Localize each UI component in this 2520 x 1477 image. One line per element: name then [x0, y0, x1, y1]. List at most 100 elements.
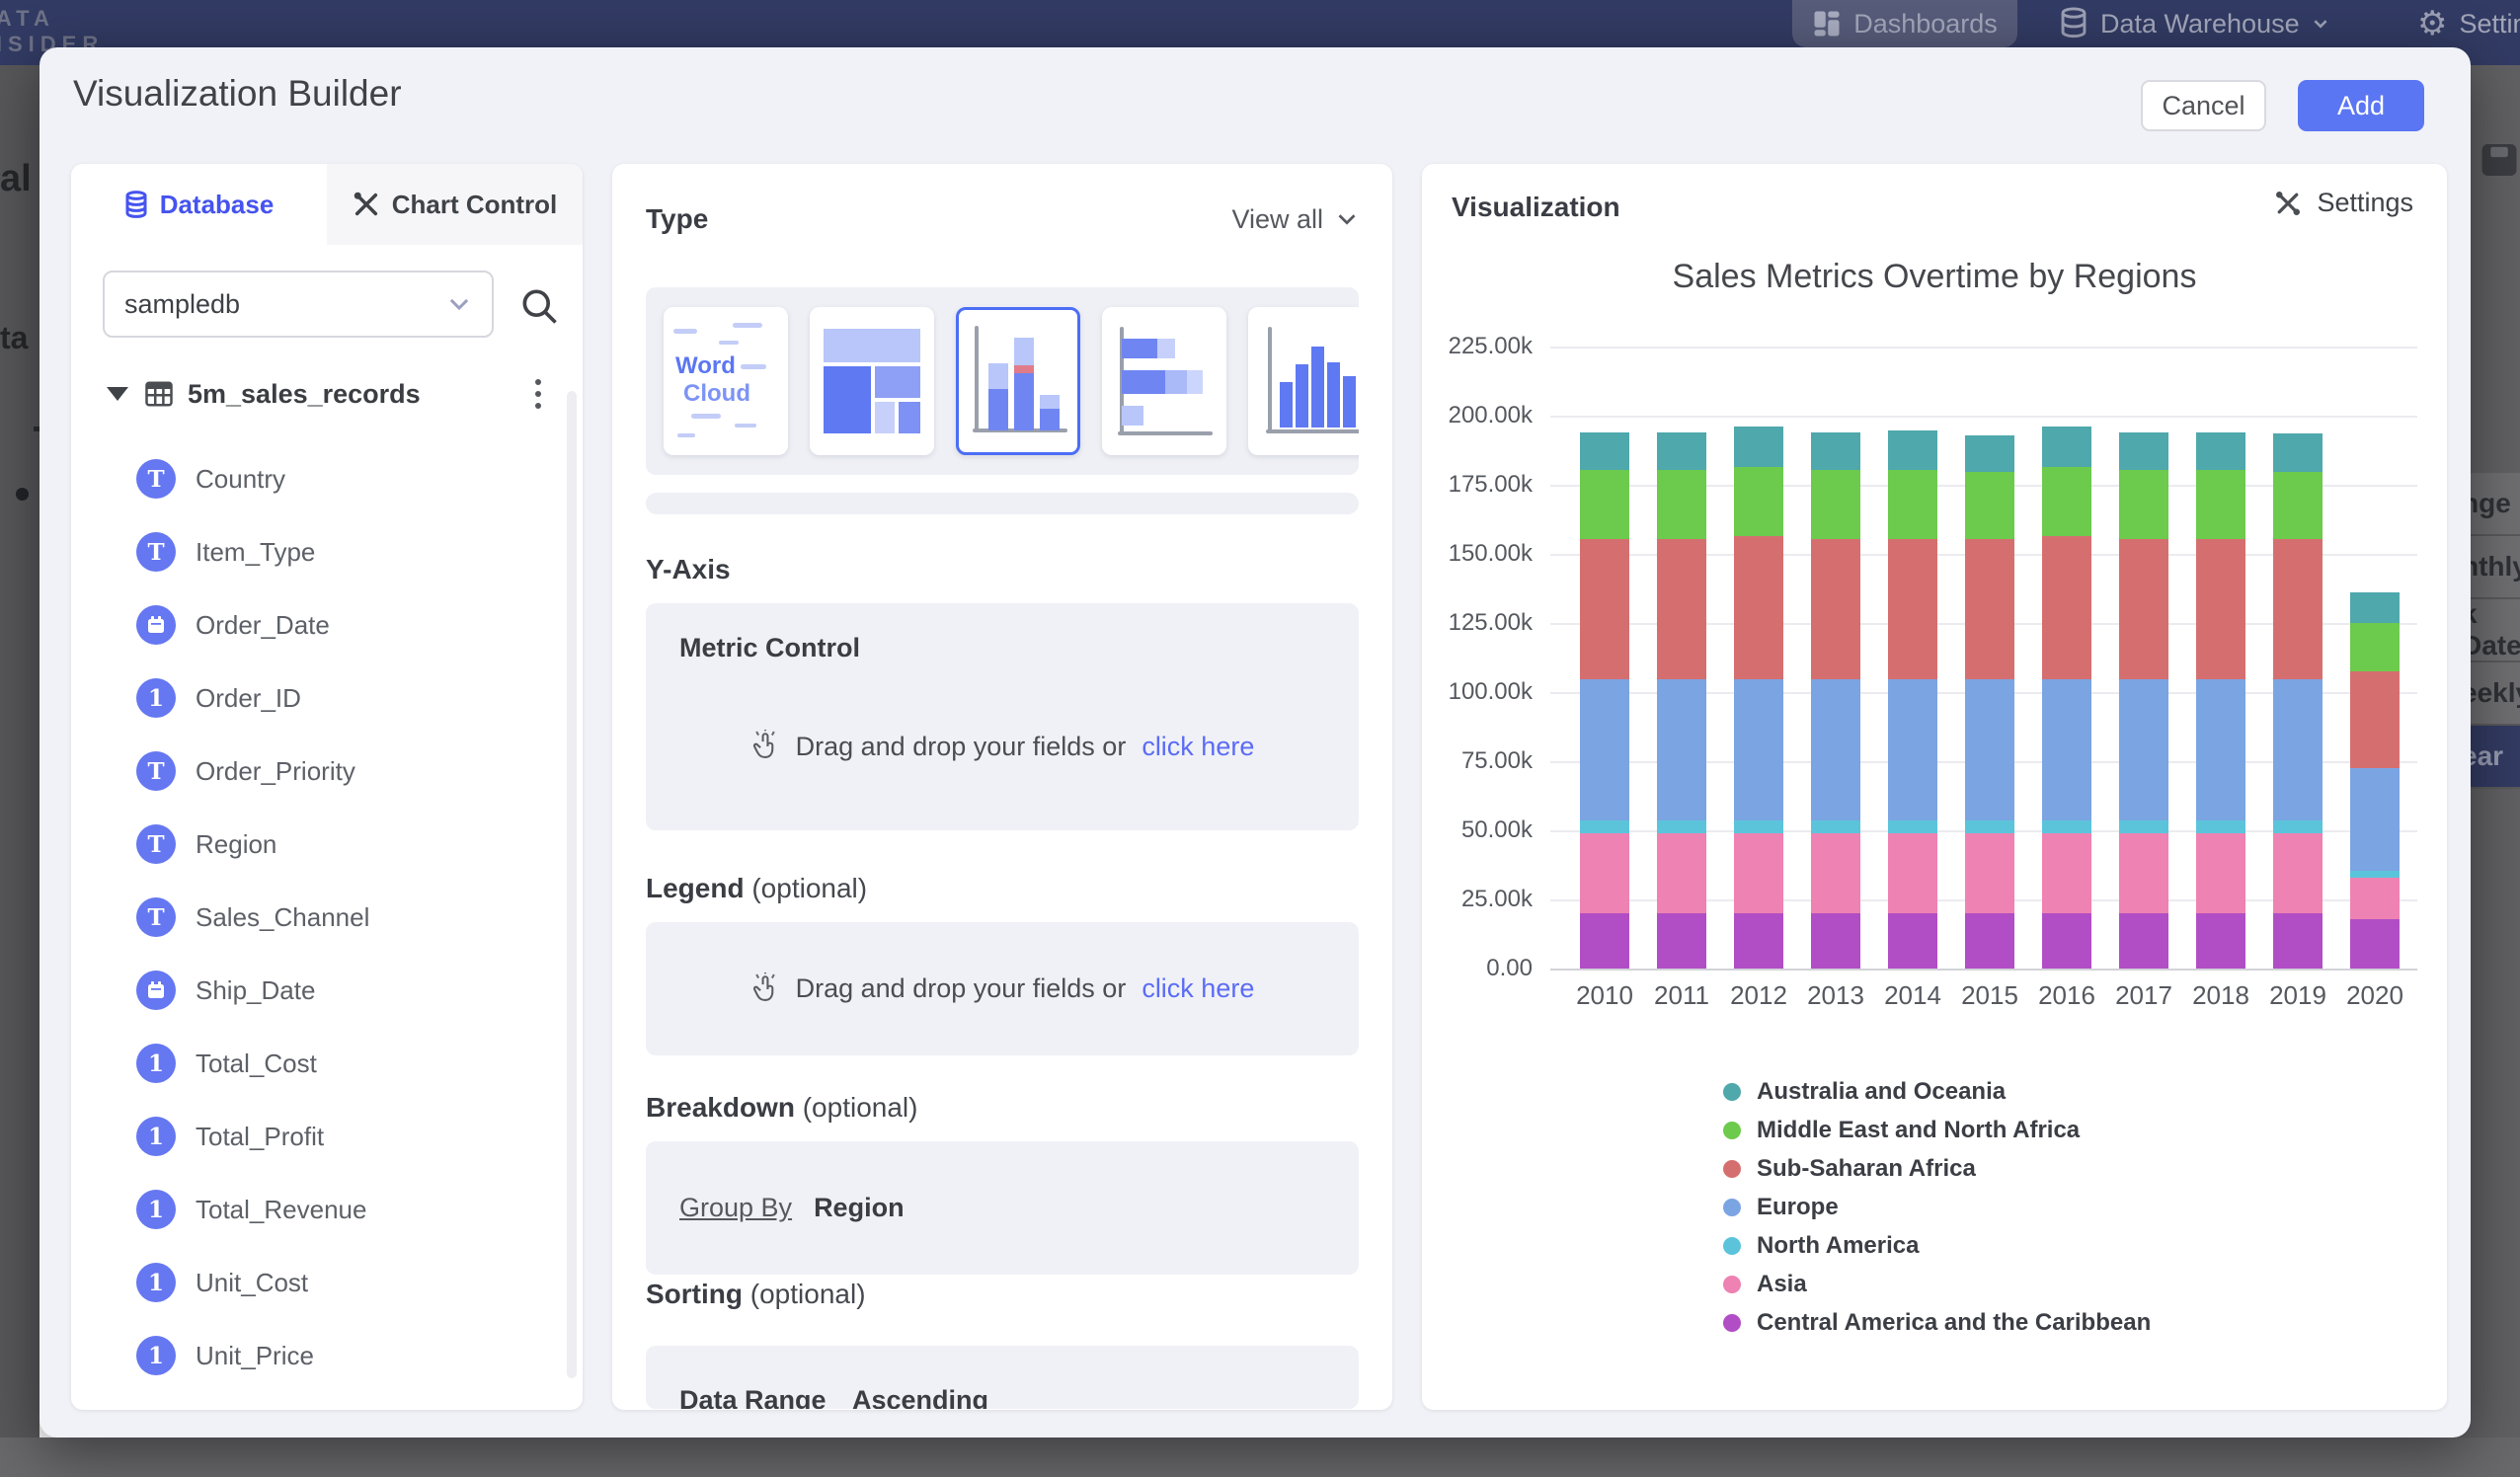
- bar-segment[interactable]: [2042, 913, 2091, 969]
- bar-segment[interactable]: [1580, 539, 1629, 680]
- chart-type-word-cloud[interactable]: Word Cloud: [664, 307, 788, 455]
- bar-segment[interactable]: [1657, 539, 1706, 680]
- bar-segment[interactable]: [1734, 679, 1783, 820]
- bar-segment[interactable]: [2273, 679, 2323, 820]
- legend-item[interactable]: Central America and the Caribbean: [1723, 1303, 2151, 1342]
- chart-type-treemap[interactable]: [810, 307, 934, 455]
- breakdown-groupby-row[interactable]: Group By Region: [646, 1141, 1359, 1275]
- add-button[interactable]: Add: [2298, 80, 2424, 131]
- bar-segment[interactable]: [2273, 913, 2323, 969]
- field-row-total_revenue[interactable]: 1Total_Revenue: [71, 1173, 583, 1246]
- bar-segment[interactable]: [2042, 427, 2091, 467]
- bar-segment[interactable]: [1965, 913, 2014, 969]
- bar-segment[interactable]: [2350, 623, 2400, 671]
- chart-type-stacked-bar[interactable]: [1102, 307, 1226, 455]
- bar-2010[interactable]: 2010: [1580, 432, 1629, 969]
- bar-segment[interactable]: [1888, 820, 1937, 833]
- metric-control-dropzone[interactable]: Metric Control Drag and drop your fields…: [646, 603, 1359, 830]
- bar-segment[interactable]: [1580, 833, 1629, 913]
- field-row-region[interactable]: TRegion: [71, 808, 583, 881]
- bar-segment[interactable]: [1965, 833, 2014, 913]
- nav-item-data-warehouse[interactable]: Data Warehouse: [2059, 0, 2329, 47]
- bar-segment[interactable]: [2119, 432, 2168, 470]
- bar-segment[interactable]: [1580, 470, 1629, 539]
- legend-item[interactable]: Europe: [1723, 1188, 2151, 1226]
- field-row-unit_cost[interactable]: 1Unit_Cost: [71, 1246, 583, 1319]
- bar-segment[interactable]: [2042, 467, 2091, 536]
- bar-segment[interactable]: [1657, 470, 1706, 539]
- bar-segment[interactable]: [2196, 539, 2245, 680]
- bar-segment[interactable]: [2273, 820, 2323, 833]
- field-row-order_id[interactable]: 1Order_ID: [71, 661, 583, 735]
- bar-segment[interactable]: [2119, 913, 2168, 969]
- bar-segment[interactable]: [1888, 679, 1937, 820]
- field-row-sales_channel[interactable]: TSales_Channel: [71, 881, 583, 954]
- field-list-scrollbar[interactable]: [567, 391, 577, 1378]
- carousel-scrollbar[interactable]: [646, 493, 1359, 514]
- bar-segment[interactable]: [2350, 878, 2400, 919]
- group-by-label[interactable]: Group By: [679, 1193, 792, 1223]
- bar-segment[interactable]: [1965, 472, 2014, 538]
- field-row-item_type[interactable]: TItem_Type: [71, 515, 583, 588]
- bar-segment[interactable]: [2196, 432, 2245, 470]
- bar-2012[interactable]: 2012: [1734, 427, 1783, 969]
- bar-segment[interactable]: [2119, 820, 2168, 833]
- legend-dropzone[interactable]: Drag and drop your fields or click here: [646, 922, 1359, 1055]
- bar-segment[interactable]: [1580, 820, 1629, 833]
- field-row-order_priority[interactable]: TOrder_Priority: [71, 735, 583, 808]
- bar-segment[interactable]: [1657, 679, 1706, 820]
- click-here-link[interactable]: click here: [1142, 732, 1254, 762]
- bar-2014[interactable]: 2014: [1888, 430, 1937, 969]
- bar-segment[interactable]: [2273, 833, 2323, 913]
- bar-segment[interactable]: [1811, 913, 1860, 969]
- bar-segment[interactable]: [1657, 913, 1706, 969]
- field-row-total_profit[interactable]: 1Total_Profit: [71, 1100, 583, 1173]
- nav-item-settings[interactable]: ⚙ Settings: [2417, 0, 2520, 47]
- bar-segment[interactable]: [1580, 679, 1629, 820]
- bar-segment[interactable]: [1734, 427, 1783, 467]
- bar-segment[interactable]: [1811, 539, 1860, 680]
- bar-2017[interactable]: 2017: [2119, 432, 2168, 969]
- bar-segment[interactable]: [1811, 470, 1860, 539]
- bar-segment[interactable]: [2042, 820, 2091, 833]
- bar-segment[interactable]: [1734, 913, 1783, 969]
- bar-segment[interactable]: [2119, 833, 2168, 913]
- bar-segment[interactable]: [2350, 592, 2400, 623]
- bar-segment[interactable]: [2350, 919, 2400, 969]
- bar-segment[interactable]: [2273, 539, 2323, 680]
- bar-segment[interactable]: [1888, 539, 1937, 680]
- bar-segment[interactable]: [2119, 539, 2168, 680]
- cancel-button[interactable]: Cancel: [2141, 80, 2266, 131]
- legend-item[interactable]: Australia and Oceania: [1723, 1072, 2151, 1111]
- bar-segment[interactable]: [1734, 820, 1783, 833]
- search-button[interactable]: [517, 284, 561, 328]
- bar-segment[interactable]: [1811, 679, 1860, 820]
- bar-segment[interactable]: [2119, 679, 2168, 820]
- legend-item[interactable]: Sub-Saharan Africa: [1723, 1149, 2151, 1188]
- bar-segment[interactable]: [1657, 432, 1706, 470]
- table-tree-header[interactable]: 5m_sales_records: [107, 375, 551, 413]
- bar-segment[interactable]: [2196, 679, 2245, 820]
- bar-segment[interactable]: [2042, 833, 2091, 913]
- bar-segment[interactable]: [2350, 768, 2400, 871]
- bar-segment[interactable]: [1657, 820, 1706, 833]
- bar-segment[interactable]: [2273, 433, 2323, 472]
- legend-item[interactable]: Asia: [1723, 1265, 2151, 1303]
- bar-segment[interactable]: [2196, 913, 2245, 969]
- bar-segment[interactable]: [2196, 470, 2245, 539]
- sorting-row[interactable]: Data Range Ascending: [646, 1346, 1359, 1409]
- bar-segment[interactable]: [1811, 820, 1860, 833]
- bar-segment[interactable]: [2350, 671, 2400, 768]
- bar-segment[interactable]: [1657, 833, 1706, 913]
- bar-segment[interactable]: [1734, 467, 1783, 536]
- bar-segment[interactable]: [1965, 820, 2014, 833]
- nav-item-dashboards[interactable]: Dashboards: [1792, 0, 2017, 47]
- field-row-ship_date[interactable]: Ship_Date: [71, 954, 583, 1027]
- tab-chart-control[interactable]: Chart Control: [327, 164, 583, 245]
- field-row-country[interactable]: TCountry: [71, 442, 583, 515]
- bar-2018[interactable]: 2018: [2196, 432, 2245, 969]
- bar-segment[interactable]: [2196, 833, 2245, 913]
- tab-database[interactable]: Database: [71, 164, 327, 245]
- field-row-order_date[interactable]: Order_Date: [71, 588, 583, 661]
- bar-segment[interactable]: [1580, 432, 1629, 470]
